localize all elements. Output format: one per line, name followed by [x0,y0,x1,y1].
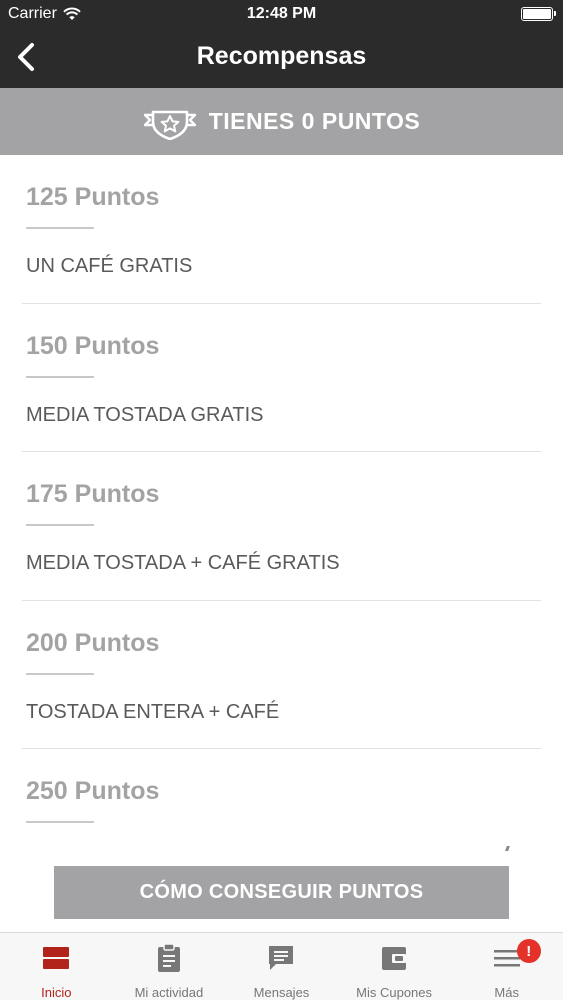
points-total: TIENES 0 PUNTOS [208,108,421,134]
tab-bar: Inicio Mi actividad Mensajes Mis Cupones… [0,932,563,1000]
message-icon [266,943,296,973]
page-title: Recompensas [196,42,367,70]
clipboard-icon [154,943,184,973]
rewards-list[interactable]: 125 Puntos UN CAFÉ GRATIS 150 Puntos MED… [0,155,563,855]
tab-label: Inicio [41,985,72,1000]
status-time: 12:48 PM [246,5,317,22]
status-bar: Carrier 12:48 PM [0,0,563,30]
reward-description: MEDIA TOSTADA GRATIS [26,403,264,426]
tab-mas[interactable]: Más ! [450,933,563,1000]
notification-badge: ! [516,939,541,963]
reward-item[interactable]: 250 Puntos [22,749,541,855]
reward-points: 125 Puntos [26,183,160,211]
divider [26,524,94,526]
tab-label: Mi actividad [134,985,204,1000]
tab-label: Más [494,985,519,1000]
reward-item[interactable]: 200 Puntos TOSTADA ENTERA + CAFÉ [22,601,541,749]
tab-mi-actividad[interactable]: Mi actividad [113,933,226,1000]
divider [26,821,94,823]
reward-item[interactable]: 175 Puntos MEDIA TOSTADA + CAFÉ GRATIS [22,452,541,601]
tab-mis-cupones[interactable]: Mis Cupones [338,933,451,1000]
reward-points: 150 Puntos [26,331,160,360]
divider [26,227,94,229]
reward-description: UN CAFÉ GRATIS [26,255,193,277]
badge-star-icon [143,110,196,140]
reward-item[interactable]: 150 Puntos MEDIA TOSTADA GRATIS [22,304,541,452]
reward-points: 175 Puntos [26,480,160,508]
tab-label: Mensajes [253,985,310,1000]
points-banner: TIENES 0 PUNTOS [0,88,563,155]
navigation-bar: Recompensas [0,30,563,88]
tab-mensajes[interactable]: Mensajes [225,933,338,1000]
reward-description: TOSTADA ENTERA + CAFÉ [26,700,280,723]
reward-description: MEDIA TOSTADA + CAFÉ GRATIS [26,552,340,574]
reward-points: 250 Puntos [26,777,160,805]
reward-points: 200 Puntos [26,628,160,657]
divider [26,375,94,378]
divider [26,672,94,675]
battery-icon [521,7,556,21]
home-icon [41,943,71,973]
tab-label: Mis Cupones [356,985,433,1000]
wallet-icon [379,943,409,973]
how-to-earn-points-button[interactable]: CÓMO CONSEGUIR PUNTOS [54,866,509,919]
reward-item[interactable]: 125 Puntos UN CAFÉ GRATIS [22,155,541,304]
tab-inicio[interactable]: Inicio [0,933,113,1000]
